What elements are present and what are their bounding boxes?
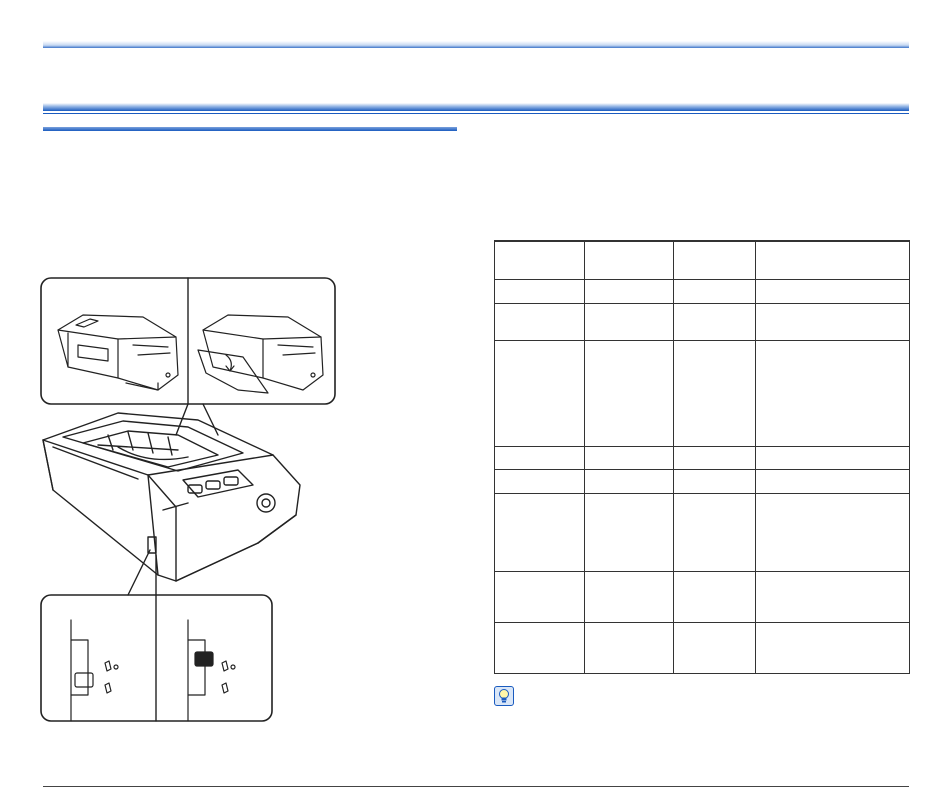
- table-cell: [673, 468, 756, 494]
- table-cell: [673, 445, 756, 470]
- switch-down-icon: [70, 619, 119, 722]
- table-cell: [494, 445, 585, 470]
- table-row: [494, 468, 910, 494]
- scanner-closed-icon: [57, 314, 179, 391]
- table-cell: [755, 339, 910, 447]
- table-cell: [584, 278, 674, 304]
- table-cell: [584, 621, 674, 674]
- table-cell: [584, 302, 674, 341]
- header-rule: [43, 41, 909, 48]
- table-cell: [755, 445, 910, 470]
- table-cell: [673, 302, 756, 341]
- bottom-inset-panel: [40, 594, 273, 722]
- table-cell: [494, 570, 585, 623]
- table-cell: [584, 339, 674, 447]
- table-cell: [755, 492, 910, 572]
- table-row: [494, 445, 910, 470]
- scanner-main-icon: [42, 412, 301, 582]
- table-cell: [755, 570, 910, 623]
- table-cell: [584, 492, 674, 572]
- table-cell: [584, 570, 674, 623]
- table-row: [494, 570, 910, 623]
- table-cell: [673, 570, 756, 623]
- table-cell: [673, 492, 756, 572]
- table-row: [494, 621, 910, 674]
- table-row: [494, 302, 910, 341]
- table-header-cell: [755, 240, 910, 280]
- table-header-row: [494, 240, 910, 280]
- table-header-cell: [584, 240, 674, 280]
- table-cell: [755, 621, 910, 674]
- scanner-illustration: [40, 277, 336, 722]
- table-cell: [755, 468, 910, 494]
- table-cell: [584, 468, 674, 494]
- table-cell: [673, 339, 756, 447]
- top-inset-panel: [40, 277, 336, 405]
- table-row: [494, 492, 910, 572]
- table-cell: [494, 339, 585, 447]
- table-cell: [494, 278, 585, 304]
- table-cell: [584, 445, 674, 470]
- table-cell: [673, 278, 756, 304]
- title-rule: [43, 103, 909, 114]
- lightbulb-icon: [494, 686, 514, 706]
- scanner-open-icon: [197, 314, 324, 394]
- table-row: [494, 278, 910, 304]
- footer-rule: [43, 786, 909, 787]
- table-cell: [673, 621, 756, 674]
- spec-table: [494, 240, 910, 674]
- table-cell: [494, 468, 585, 494]
- table-cell: [755, 278, 910, 304]
- switch-up-icon: [187, 619, 236, 722]
- table-cell: [494, 621, 585, 674]
- table-row: [494, 339, 910, 447]
- table-cell: [494, 302, 585, 341]
- section-heading-rule: [43, 127, 457, 131]
- table-header-cell: [673, 240, 756, 280]
- table-header-cell: [494, 240, 585, 280]
- table-cell: [494, 492, 585, 572]
- table-cell: [755, 302, 910, 341]
